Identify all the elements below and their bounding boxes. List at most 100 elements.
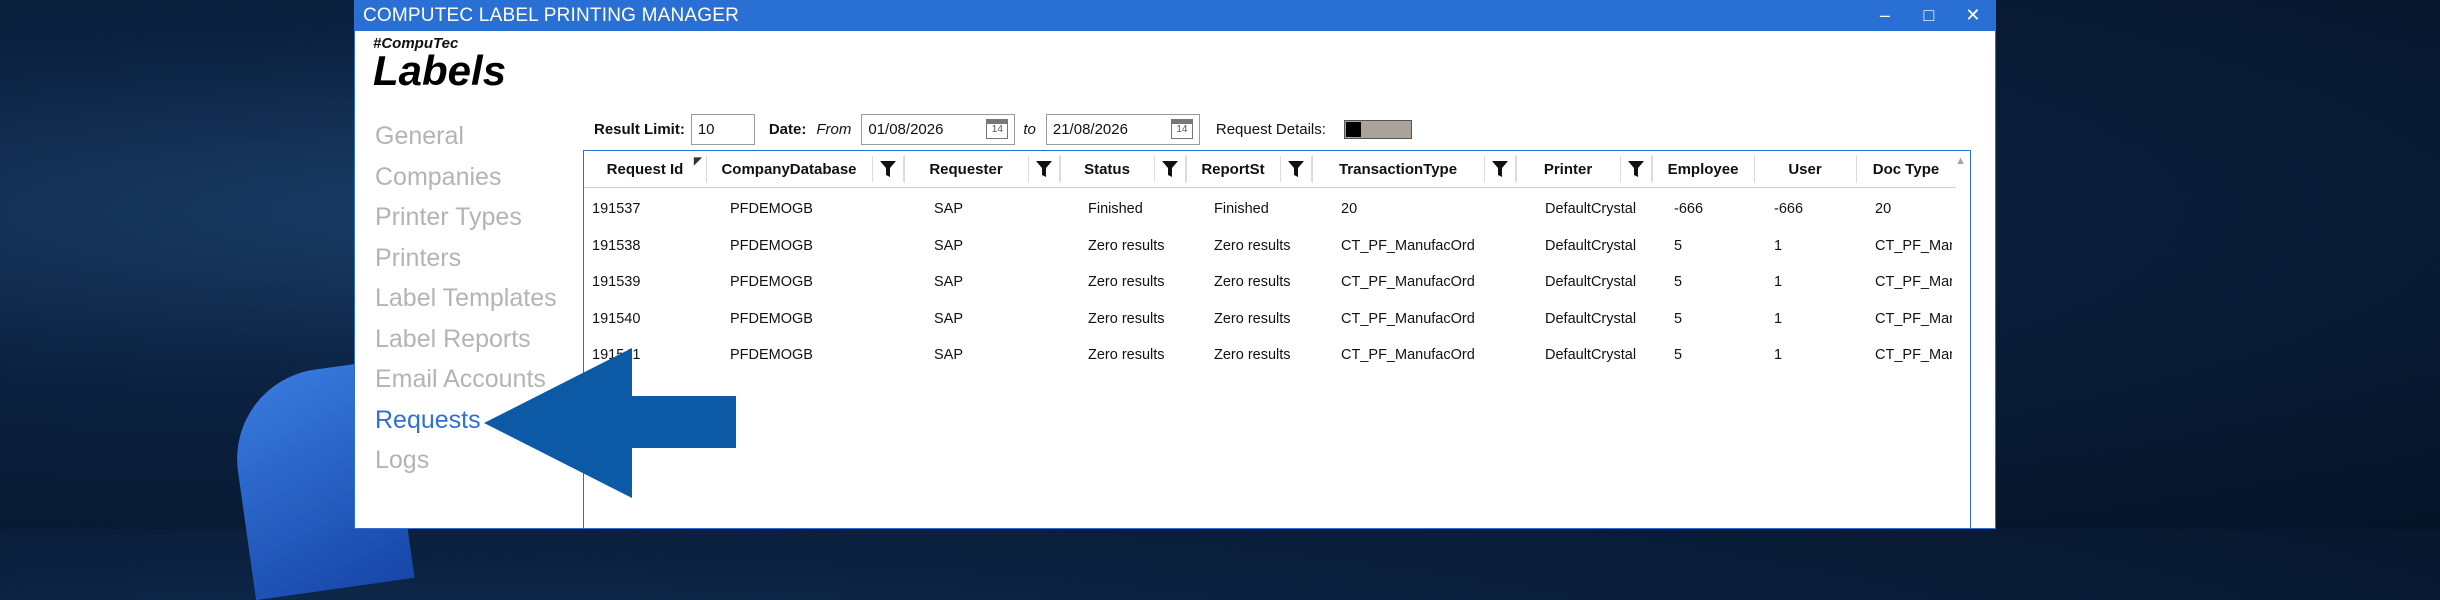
table-row[interactable]: 191537 PFDEMOGB SAP Finished Finished 20 Defau… — [584, 191, 1956, 227]
table-cell: DefaultCrystal — [1545, 237, 1637, 254]
column-header[interactable]: Status — [1060, 151, 1186, 187]
window-title: COMPUTEC LABEL PRINTING MANAGER — [363, 4, 740, 26]
pointer-arrow-icon — [484, 348, 736, 498]
sidebar-item-label-templates[interactable]: Label Templates — [375, 280, 557, 321]
table-cell: -666 — [1674, 201, 1704, 217]
request-details-label: Request Details: — [1215, 120, 1326, 138]
table-cell: Finished — [1088, 201, 1143, 217]
column-divider[interactable] — [1856, 155, 1857, 183]
table-cell: 5 — [1674, 237, 1683, 254]
column-header[interactable]: Employee — [1652, 151, 1754, 187]
calendar-icon[interactable]: 14 — [986, 119, 1009, 139]
table-cell: 1 — [1774, 237, 1783, 254]
filter-icon[interactable] — [1154, 156, 1186, 182]
filter-icon[interactable] — [1280, 156, 1312, 182]
table-cell: 5 — [1674, 347, 1683, 363]
calendar-icon[interactable]: 14 — [1170, 119, 1193, 139]
sidebar-item-companies[interactable]: Companies — [375, 159, 557, 200]
column-divider[interactable] — [1312, 155, 1313, 183]
table-cell: PFDEMOGB — [730, 237, 813, 254]
table-cell: PFDEMOGB — [730, 310, 813, 327]
column-header[interactable]: TransactionType — [1312, 151, 1516, 187]
maximize-button[interactable]: □ — [1907, 5, 1951, 26]
table-cell: -666 — [1774, 201, 1804, 217]
brand-name: Labels — [373, 47, 507, 94]
table-cell: PFDEMOGB — [730, 274, 813, 290]
filter-icon[interactable] — [1620, 156, 1652, 182]
filter-icon[interactable] — [1484, 156, 1516, 182]
table-cell: DefaultCrystal — [1545, 310, 1637, 327]
column-divider[interactable] — [1754, 155, 1755, 183]
sort-indicator-icon: ◤ — [694, 156, 702, 167]
table-cell: 191540 — [592, 310, 641, 327]
minimize-button[interactable]: – — [1863, 5, 1907, 26]
sidebar-item-printer-types[interactable]: Printer Types — [375, 199, 557, 240]
date-from-value: 01/08/2026 — [868, 120, 944, 138]
column-header[interactable]: Printer — [1516, 151, 1652, 187]
column-header[interactable]: User — [1754, 151, 1856, 187]
column-header[interactable]: Request Id ◤ — [584, 151, 706, 187]
column-divider[interactable] — [706, 155, 707, 183]
table-cell: CT_PF_Man — [1875, 347, 1952, 363]
table-row[interactable]: 191538 PFDEMOGB SAP Zero results Zero result… — [584, 228, 1956, 264]
table-cell: 191537 — [592, 201, 641, 217]
column-header[interactable]: CompanyDatabase — [706, 151, 904, 187]
table-cell: CT_PF_ManufacOrd — [1341, 237, 1475, 254]
result-limit-value: 10 — [697, 120, 715, 138]
table-cell: DefaultCrystal — [1545, 201, 1637, 217]
table-cell: 1 — [1774, 347, 1783, 363]
table-cell: 191539 — [592, 274, 641, 290]
column-header[interactable]: ReportSt — [1186, 151, 1312, 187]
table-cell: Zero results — [1214, 237, 1291, 254]
column-header-label: Employee — [1667, 160, 1739, 178]
grid-header: Request Id ◤ CompanyDatabase Requester Statu… — [584, 151, 1956, 188]
filter-icon[interactable] — [872, 156, 904, 182]
date-to-picker[interactable]: 21/08/2026 14 — [1045, 113, 1200, 145]
request-details-toggle[interactable] — [1343, 119, 1412, 139]
column-divider[interactable] — [1516, 155, 1517, 183]
column-divider[interactable] — [1652, 155, 1653, 183]
close-button[interactable]: ✕ — [1951, 5, 1995, 26]
result-limit-input[interactable]: 10 — [690, 113, 755, 145]
scroll-up-icon[interactable]: ▲ — [1955, 155, 1966, 167]
table-cell: CT_PF_Man — [1875, 237, 1952, 254]
filter-icon[interactable] — [1028, 156, 1060, 182]
table-cell: Zero results — [1214, 274, 1291, 290]
column-header-label: CompanyDatabase — [721, 160, 857, 178]
brand-logo: #CompuTec Labels — [373, 36, 506, 92]
requests-grid: Request Id ◤ CompanyDatabase Requester Statu… — [583, 150, 1971, 529]
table-cell: 20 — [1341, 201, 1358, 217]
table-cell: 1 — [1774, 274, 1783, 290]
table-row[interactable]: 191539 PFDEMOGB SAP Zero results Zero result… — [584, 264, 1956, 300]
column-header-label: Doc Type — [1872, 160, 1940, 178]
column-header-label: Request Id — [606, 160, 684, 178]
table-row[interactable]: 191541 PFDEMOGB SAP Zero results Zero result… — [584, 337, 1956, 373]
table-row[interactable]: 191540 PFDEMOGB SAP Zero results Zero result… — [584, 301, 1956, 337]
column-divider[interactable] — [1060, 155, 1061, 183]
date-from-picker[interactable]: 01/08/2026 14 — [861, 113, 1016, 145]
column-header-label: ReportSt — [1201, 160, 1265, 178]
table-cell: 191538 — [592, 237, 641, 254]
result-limit-label: Result Limit: — [594, 120, 685, 138]
table-cell: PFDEMOGB — [730, 201, 813, 217]
sidebar-item-general[interactable]: General — [375, 118, 557, 159]
table-cell: SAP — [934, 347, 964, 363]
column-header-label: User — [1788, 160, 1822, 178]
to-label: to — [1023, 120, 1036, 138]
column-divider[interactable] — [1186, 155, 1187, 183]
table-cell: DefaultCrystal — [1545, 347, 1637, 363]
table-cell: CT_PF_Man — [1875, 310, 1952, 327]
column-header[interactable]: Doc Type — [1856, 151, 1956, 187]
table-cell: SAP — [934, 201, 964, 217]
column-header[interactable]: Requester — [904, 151, 1060, 187]
table-cell: Zero results — [1214, 347, 1291, 363]
table-cell: CT_PF_ManufacOrd — [1341, 310, 1475, 327]
column-divider[interactable] — [904, 155, 905, 183]
toggle-knob[interactable] — [1345, 121, 1361, 137]
date-label: Date: — [768, 120, 807, 138]
sidebar-item-printers[interactable]: Printers — [375, 240, 557, 281]
column-header-label: Status — [1084, 160, 1130, 178]
table-cell: DefaultCrystal — [1545, 274, 1637, 290]
table-cell: CT_PF_ManufacOrd — [1341, 347, 1475, 363]
table-cell: Zero results — [1088, 274, 1165, 290]
